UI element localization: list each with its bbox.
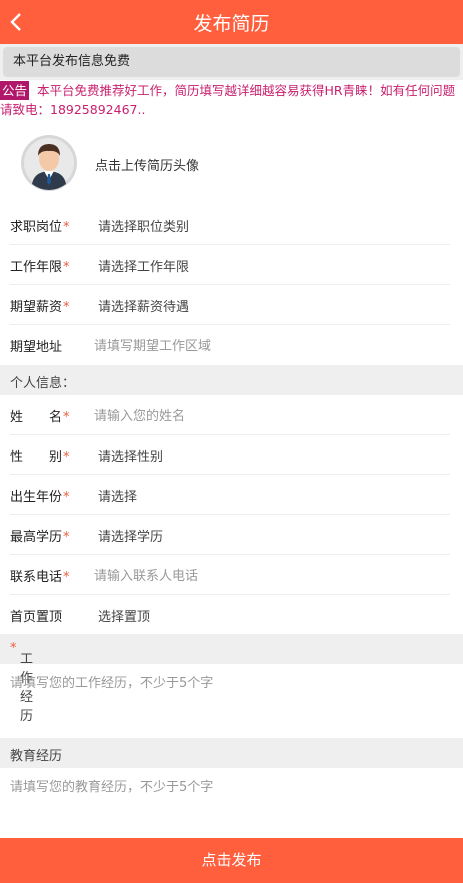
- free-notice-bar: 本平台发布信息免费: [0, 44, 463, 80]
- required-star: *: [63, 490, 70, 505]
- education-select[interactable]: 请选择学历: [98, 526, 163, 545]
- education-experience-textarea[interactable]: 请填写您的教育经历，不少于5个字: [10, 776, 213, 795]
- name-input[interactable]: 请输入您的姓名: [94, 405, 185, 424]
- personal-info-section: 个人信息：: [0, 365, 463, 395]
- field-label: 联系电话: [10, 570, 63, 585]
- field-label: 求职岗位: [10, 220, 63, 235]
- field-label: 出生年份: [10, 490, 63, 505]
- field-job-position[interactable]: 求职岗位* 请选择职位类别: [0, 205, 463, 245]
- field-label: 最高学历: [10, 530, 63, 545]
- field-gender[interactable]: 性 别* 请选择性别: [0, 435, 463, 475]
- field-label: 性 别: [10, 450, 63, 465]
- required-star: *: [63, 570, 70, 585]
- free-notice-text: 本平台发布信息免费: [3, 47, 460, 77]
- work-years-select[interactable]: 请选择工作年限: [98, 256, 189, 275]
- phone-input[interactable]: 请输入联系人电话: [94, 565, 198, 584]
- education-experience-section: 教育经历: [0, 738, 463, 768]
- required-star: *: [63, 220, 70, 235]
- required-star: *: [63, 300, 70, 315]
- announcement: 公告 本平台免费推荐好工作，简历填写越详细越容易获得HR青睐！如有任何问题请致电：…: [0, 81, 463, 123]
- avatar-upload-row[interactable]: 点击上传简历头像: [0, 124, 463, 206]
- required-star: *: [63, 450, 70, 465]
- expected-address-input[interactable]: 请填写期望工作区域: [94, 335, 211, 354]
- field-label: 姓 名: [10, 410, 63, 425]
- field-work-years[interactable]: 工作年限* 请选择工作年限: [0, 245, 463, 285]
- field-phone[interactable]: 联系电话* 请输入联系人电话: [0, 555, 463, 595]
- work-experience-textarea[interactable]: 请填写您的工作经历，不少于5个字: [10, 672, 213, 691]
- field-expected-address[interactable]: 期望地址 请填写期望工作区域: [0, 325, 463, 365]
- required-star: *: [10, 641, 17, 656]
- salary-select[interactable]: 请选择薪资待遇: [98, 296, 189, 315]
- field-label: 工作年限: [10, 260, 63, 275]
- avatar-icon[interactable]: [20, 134, 78, 192]
- submit-button[interactable]: 点击发布: [0, 838, 463, 883]
- section-title: 教育经历: [10, 749, 63, 764]
- job-position-select[interactable]: 请选择职位类别: [98, 216, 189, 235]
- required-star: *: [63, 260, 70, 275]
- pin-top-select[interactable]: 选择置顶: [98, 606, 150, 625]
- header-bar: 发布简历: [0, 0, 463, 44]
- page-title: 发布简历: [193, 13, 270, 35]
- birth-year-select[interactable]: 请选择: [98, 486, 137, 505]
- avatar-upload-label[interactable]: 点击上传简历头像: [95, 155, 199, 174]
- announcement-tag: 公告: [0, 81, 30, 100]
- field-label: 首页置顶: [10, 610, 63, 625]
- field-label: 期望地址: [10, 340, 63, 355]
- field-name[interactable]: 姓 名* 请输入您的姓名: [0, 395, 463, 435]
- required-star: *: [63, 530, 70, 545]
- required-star: *: [63, 410, 70, 425]
- field-salary[interactable]: 期望薪资* 请选择薪资待遇: [0, 285, 463, 325]
- field-birth-year[interactable]: 出生年份* 请选择: [0, 475, 463, 515]
- gender-select[interactable]: 请选择性别: [98, 446, 163, 465]
- section-title: 个人信息：: [10, 376, 76, 391]
- field-label: 期望薪资: [10, 300, 63, 315]
- field-pin-top[interactable]: 首页置顶 选择置顶: [0, 595, 463, 635]
- work-experience-section: 工作经历 *: [0, 634, 463, 724]
- field-education[interactable]: 最高学历* 请选择学历: [0, 515, 463, 555]
- announcement-text: 本平台免费推荐好工作，简历填写越详细越容易获得HR青睐！如有任何问题请致电：18…: [0, 83, 456, 117]
